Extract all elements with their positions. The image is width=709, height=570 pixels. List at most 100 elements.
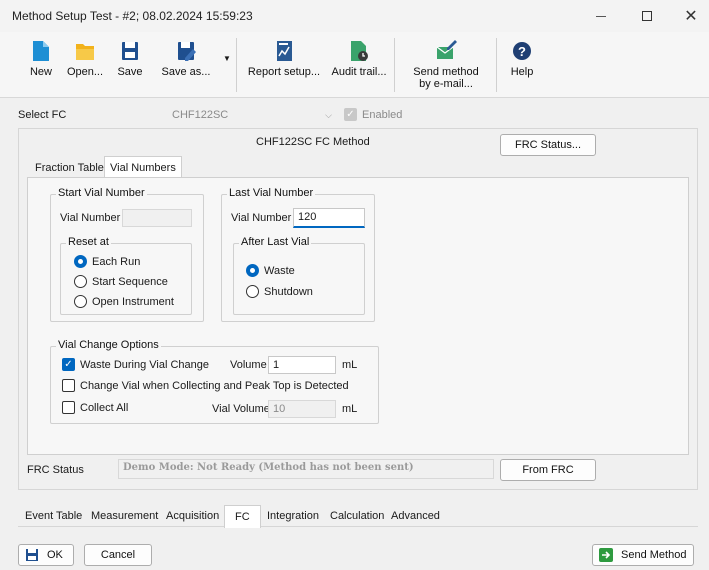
select-fc-label: Select FC <box>18 109 67 121</box>
frc-status-field: Demo Mode: Not Ready (Method has not bee… <box>118 459 494 479</box>
after-last-vial-group <box>233 243 365 315</box>
open-button[interactable]: Open... <box>60 32 110 96</box>
svg-text:?: ? <box>518 44 526 59</box>
radio-selected-icon <box>74 255 87 268</box>
close-button[interactable]: ✕ <box>668 0 709 32</box>
waste-during-vial-change-checkbox[interactable]: ✓ Waste During Vial Change <box>62 358 209 371</box>
last-vial-group-label: Last Vial Number <box>227 187 316 199</box>
open-label: Open... <box>66 66 104 78</box>
select-fc-value: CHF122SC <box>172 109 229 121</box>
vial-volume-unit: mL <box>342 403 358 415</box>
save-button[interactable]: Save <box>108 32 152 96</box>
report-setup-button[interactable]: Report setup... <box>244 32 324 96</box>
start-vial-number-label: Vial Number <box>60 212 121 224</box>
after-last-vial-group-label: After Last Vial <box>239 236 312 248</box>
tab-acquisition[interactable]: Acquisition <box>161 506 224 526</box>
toolbar-separator <box>496 38 497 92</box>
radio-shutdown-label: Shutdown <box>264 285 313 298</box>
fc-method-title: CHF122SC FC Method <box>256 136 370 148</box>
from-frc-button[interactable]: From FRC <box>500 459 596 481</box>
radio-each-run[interactable]: Each Run <box>74 255 140 268</box>
new-document-icon <box>33 41 49 61</box>
save-disk-icon <box>122 42 138 60</box>
send-method-button[interactable]: Send Method <box>592 544 694 566</box>
toolbar-separator <box>394 38 395 92</box>
open-folder-icon <box>76 44 94 60</box>
audit-trail-button[interactable]: Audit trail... <box>326 32 392 96</box>
title-bar: Method Setup Test - #2; 08.02.2024 15:59… <box>0 0 709 32</box>
select-fc-dropdown[interactable]: CHF122SC ⌵ <box>168 105 336 125</box>
send-arrow-icon <box>599 548 613 562</box>
tab-event-table[interactable]: Event Table <box>20 506 87 526</box>
radio-open-instrument-label: Open Instrument <box>92 295 174 308</box>
ok-button[interactable]: OK <box>18 544 74 566</box>
send-method-label: Send Method <box>621 549 687 561</box>
tab-fc[interactable]: FC <box>224 505 261 528</box>
checkbox-empty-icon <box>62 401 75 414</box>
enabled-label: Enabled <box>362 108 403 121</box>
vial-change-options-label: Vial Change Options <box>56 339 161 351</box>
radio-open-instrument[interactable]: Open Instrument <box>74 295 174 308</box>
toolbar: New Open... Save Save as... ▼ Report set… <box>0 32 709 98</box>
toolbar-separator <box>236 38 237 92</box>
radio-unselected-icon <box>74 295 87 308</box>
radio-unselected-icon <box>74 275 87 288</box>
waste-during-vial-change-label: Waste During Vial Change <box>80 358 210 371</box>
new-button[interactable]: New <box>16 32 66 96</box>
checkbox-empty-icon <box>62 379 75 392</box>
save-as-button[interactable]: Save as... <box>160 32 212 96</box>
collect-all-label: Collect All <box>80 401 129 414</box>
tab-measurement[interactable]: Measurement <box>86 506 163 526</box>
save-as-dropdown-icon[interactable]: ▼ <box>223 54 231 63</box>
collect-all-checkbox[interactable]: Collect All <box>62 401 128 414</box>
help-label: Help <box>510 66 534 78</box>
minimize-button[interactable] <box>578 0 624 32</box>
ok-label: OK <box>47 549 63 561</box>
checkmark-icon: ✓ <box>344 108 357 121</box>
tab-calculation[interactable]: Calculation <box>325 506 389 526</box>
tab-advanced[interactable]: Advanced <box>386 506 445 526</box>
volume-unit: mL <box>342 359 358 371</box>
tab-vial-numbers[interactable]: Vial Numbers <box>104 156 182 178</box>
cancel-button[interactable]: Cancel <box>84 544 152 566</box>
maximize-icon <box>642 11 652 21</box>
window-title: Method Setup Test - #2; 08.02.2024 15:59… <box>12 9 253 23</box>
frc-status-label: FRC Status <box>27 464 84 476</box>
frc-status-button[interactable]: FRC Status... <box>500 134 596 156</box>
save-as-icon <box>178 42 196 61</box>
report-setup-label: Report setup... <box>247 66 321 78</box>
volume-label: Volume <box>230 359 267 371</box>
radio-shutdown[interactable]: Shutdown <box>246 285 313 298</box>
audit-trail-label: Audit trail... <box>331 66 387 78</box>
vial-volume-field[interactable]: 10 <box>268 400 336 418</box>
radio-waste[interactable]: Waste <box>246 264 295 277</box>
send-email-label: Send method by e-mail... <box>413 66 479 90</box>
reset-at-group-label: Reset at <box>66 236 111 248</box>
enabled-checkbox[interactable]: ✓ Enabled <box>344 108 402 121</box>
change-vial-peak-label: Change Vial when Collecting and Peak Top… <box>80 379 349 392</box>
radio-start-sequence-label: Start Sequence <box>92 275 168 288</box>
report-setup-icon <box>277 41 292 61</box>
minimize-icon <box>596 15 606 17</box>
help-button[interactable]: ? Help <box>502 32 542 96</box>
start-vial-group-label: Start Vial Number <box>56 187 147 199</box>
change-vial-peak-checkbox[interactable]: Change Vial when Collecting and Peak Top… <box>62 379 349 392</box>
checkmark-icon: ✓ <box>62 358 75 371</box>
maximize-button[interactable] <box>624 0 670 32</box>
tab-integration[interactable]: Integration <box>262 506 324 526</box>
volume-field[interactable]: 1 <box>268 356 336 374</box>
last-vial-number-label: Vial Number <box>231 212 292 224</box>
save-disk-icon <box>26 549 38 561</box>
send-email-icon <box>436 40 457 59</box>
audit-trail-icon <box>351 41 368 61</box>
last-vial-number-field[interactable]: 120 <box>293 208 365 228</box>
radio-waste-label: Waste <box>264 264 295 277</box>
send-method-email-button[interactable]: Send method by e-mail... <box>400 32 492 96</box>
radio-selected-icon <box>246 264 259 277</box>
close-icon: ✕ <box>684 8 698 25</box>
radio-start-sequence[interactable]: Start Sequence <box>74 275 168 288</box>
start-vial-number-field[interactable] <box>122 209 192 227</box>
save-label: Save <box>117 66 143 78</box>
tab-fraction-table[interactable]: Fraction Table <box>30 158 109 178</box>
help-icon: ? <box>513 42 531 60</box>
